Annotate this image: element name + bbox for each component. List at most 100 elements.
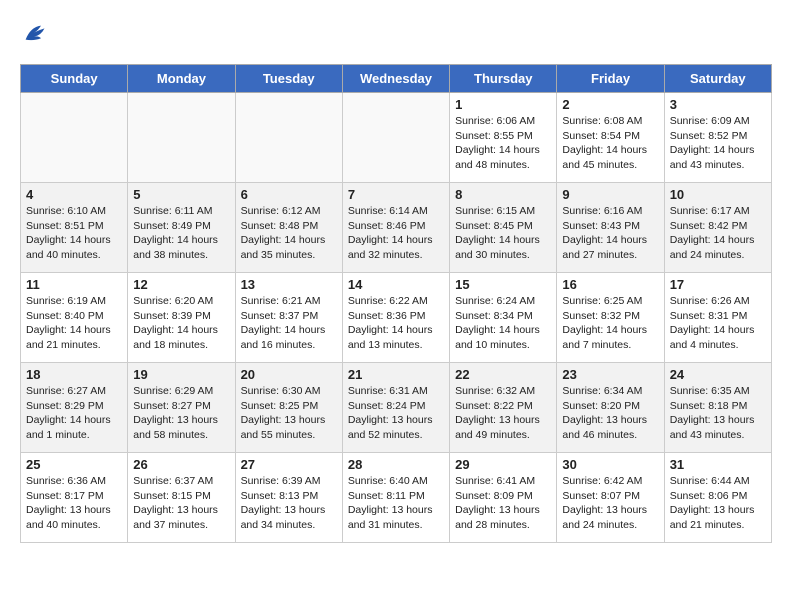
cell-info: Sunrise: 6:44 AM Sunset: 8:06 PM Dayligh… bbox=[670, 474, 766, 533]
day-number: 7 bbox=[348, 187, 444, 202]
cell-info: Sunrise: 6:22 AM Sunset: 8:36 PM Dayligh… bbox=[348, 294, 444, 353]
calendar-cell: 18 Sunrise: 6:27 AM Sunset: 8:29 PM Dayli… bbox=[21, 363, 128, 453]
calendar-cell: 10 Sunrise: 6:17 AM Sunset: 8:42 PM Dayli… bbox=[664, 183, 771, 273]
day-number: 22 bbox=[455, 367, 551, 382]
calendar-cell: 20Sunrise: 6:30 AM Sunset: 8:25 PM Dayli… bbox=[235, 363, 342, 453]
calendar-cell: 4 Sunrise: 6:10 AM Sunset: 8:51 PM Daylig… bbox=[21, 183, 128, 273]
day-header-wednesday: Wednesday bbox=[342, 65, 449, 93]
cell-info: Sunrise: 6:42 AM Sunset: 8:07 PM Dayligh… bbox=[562, 474, 658, 533]
calendar-cell bbox=[342, 93, 449, 183]
day-number: 18 bbox=[26, 367, 122, 382]
day-number: 19 bbox=[133, 367, 229, 382]
calendar-cell: 5 Sunrise: 6:11 AM Sunset: 8:49 PM Daylig… bbox=[128, 183, 235, 273]
week-row: 1 Sunrise: 6:06 AM Sunset: 8:55 PM Daylig… bbox=[21, 93, 772, 183]
cell-info: Sunrise: 6:29 AM Sunset: 8:27 PM Dayligh… bbox=[133, 384, 229, 443]
cell-info: Sunrise: 6:37 AM Sunset: 8:15 PM Dayligh… bbox=[133, 474, 229, 533]
cell-info: Sunrise: 6:39 AM Sunset: 8:13 PM Dayligh… bbox=[241, 474, 337, 533]
calendar-cell: 31 Sunrise: 6:44 AM Sunset: 8:06 PM Dayli… bbox=[664, 453, 771, 543]
cell-info: Sunrise: 6:26 AM Sunset: 8:31 PM Dayligh… bbox=[670, 294, 766, 353]
calendar-cell bbox=[235, 93, 342, 183]
day-number: 9 bbox=[562, 187, 658, 202]
day-number: 17 bbox=[670, 277, 766, 292]
cell-info: Sunrise: 6:25 AM Sunset: 8:32 PM Dayligh… bbox=[562, 294, 658, 353]
day-number: 1 bbox=[455, 97, 551, 112]
cell-info: Sunrise: 6:16 AM Sunset: 8:43 PM Dayligh… bbox=[562, 204, 658, 263]
page-header bbox=[20, 20, 772, 48]
day-number: 28 bbox=[348, 457, 444, 472]
calendar-cell bbox=[21, 93, 128, 183]
day-number: 30 bbox=[562, 457, 658, 472]
calendar-cell: 29 Sunrise: 6:41 AM Sunset: 8:09 PM Dayli… bbox=[450, 453, 557, 543]
day-number: 23 bbox=[562, 367, 658, 382]
day-header-tuesday: Tuesday bbox=[235, 65, 342, 93]
day-number: 31 bbox=[670, 457, 766, 472]
calendar-cell: 15 Sunrise: 6:24 AM Sunset: 8:34 PM Dayli… bbox=[450, 273, 557, 363]
day-number: 27 bbox=[241, 457, 337, 472]
day-number: 29 bbox=[455, 457, 551, 472]
day-header-sunday: Sunday bbox=[21, 65, 128, 93]
cell-info: Sunrise: 6:31 AM Sunset: 8:24 PM Dayligh… bbox=[348, 384, 444, 443]
calendar-cell: 27 Sunrise: 6:39 AM Sunset: 8:13 PM Dayli… bbox=[235, 453, 342, 543]
calendar-table: SundayMondayTuesdayWednesdayThursdayFrid… bbox=[20, 64, 772, 543]
day-number: 13 bbox=[241, 277, 337, 292]
calendar-cell: 8Sunrise: 6:15 AM Sunset: 8:45 PM Daylig… bbox=[450, 183, 557, 273]
day-number: 14 bbox=[348, 277, 444, 292]
week-row: 11 Sunrise: 6:19 AM Sunset: 8:40 PM Dayli… bbox=[21, 273, 772, 363]
cell-info: Sunrise: 6:17 AM Sunset: 8:42 PM Dayligh… bbox=[670, 204, 766, 263]
cell-info: Sunrise: 6:11 AM Sunset: 8:49 PM Dayligh… bbox=[133, 204, 229, 263]
cell-info: Sunrise: 6:35 AM Sunset: 8:18 PM Dayligh… bbox=[670, 384, 766, 443]
day-number: 15 bbox=[455, 277, 551, 292]
day-number: 5 bbox=[133, 187, 229, 202]
calendar-cell: 28 Sunrise: 6:40 AM Sunset: 8:11 PM Dayli… bbox=[342, 453, 449, 543]
cell-info: Sunrise: 6:40 AM Sunset: 8:11 PM Dayligh… bbox=[348, 474, 444, 533]
calendar-cell: 30 Sunrise: 6:42 AM Sunset: 8:07 PM Dayli… bbox=[557, 453, 664, 543]
week-row: 4 Sunrise: 6:10 AM Sunset: 8:51 PM Daylig… bbox=[21, 183, 772, 273]
calendar-cell: 14 Sunrise: 6:22 AM Sunset: 8:36 PM Dayli… bbox=[342, 273, 449, 363]
calendar-cell: 13 Sunrise: 6:21 AM Sunset: 8:37 PM Dayli… bbox=[235, 273, 342, 363]
calendar-cell: 7 Sunrise: 6:14 AM Sunset: 8:46 PM Daylig… bbox=[342, 183, 449, 273]
calendar-cell: 1 Sunrise: 6:06 AM Sunset: 8:55 PM Daylig… bbox=[450, 93, 557, 183]
cell-info: Sunrise: 6:08 AM Sunset: 8:54 PM Dayligh… bbox=[562, 114, 658, 173]
calendar-cell: 3Sunrise: 6:09 AM Sunset: 8:52 PM Daylig… bbox=[664, 93, 771, 183]
day-number: 20 bbox=[241, 367, 337, 382]
day-number: 16 bbox=[562, 277, 658, 292]
cell-info: Sunrise: 6:12 AM Sunset: 8:48 PM Dayligh… bbox=[241, 204, 337, 263]
cell-info: Sunrise: 6:27 AM Sunset: 8:29 PM Dayligh… bbox=[26, 384, 122, 443]
cell-info: Sunrise: 6:19 AM Sunset: 8:40 PM Dayligh… bbox=[26, 294, 122, 353]
cell-info: Sunrise: 6:10 AM Sunset: 8:51 PM Dayligh… bbox=[26, 204, 122, 263]
calendar-cell: 2 Sunrise: 6:08 AM Sunset: 8:54 PM Daylig… bbox=[557, 93, 664, 183]
calendar-cell: 26 Sunrise: 6:37 AM Sunset: 8:15 PM Dayli… bbox=[128, 453, 235, 543]
day-number: 3 bbox=[670, 97, 766, 112]
cell-info: Sunrise: 6:41 AM Sunset: 8:09 PM Dayligh… bbox=[455, 474, 551, 533]
cell-info: Sunrise: 6:24 AM Sunset: 8:34 PM Dayligh… bbox=[455, 294, 551, 353]
calendar-cell: 11 Sunrise: 6:19 AM Sunset: 8:40 PM Dayli… bbox=[21, 273, 128, 363]
day-number: 10 bbox=[670, 187, 766, 202]
day-header-monday: Monday bbox=[128, 65, 235, 93]
day-header-thursday: Thursday bbox=[450, 65, 557, 93]
calendar-cell: 16 Sunrise: 6:25 AM Sunset: 8:32 PM Dayli… bbox=[557, 273, 664, 363]
day-number: 12 bbox=[133, 277, 229, 292]
calendar-cell: 12 Sunrise: 6:20 AM Sunset: 8:39 PM Dayli… bbox=[128, 273, 235, 363]
cell-info: Sunrise: 6:14 AM Sunset: 8:46 PM Dayligh… bbox=[348, 204, 444, 263]
day-number: 2 bbox=[562, 97, 658, 112]
calendar-cell: 22Sunrise: 6:32 AM Sunset: 8:22 PM Dayli… bbox=[450, 363, 557, 453]
week-row: 18 Sunrise: 6:27 AM Sunset: 8:29 PM Dayli… bbox=[21, 363, 772, 453]
cell-info: Sunrise: 6:34 AM Sunset: 8:20 PM Dayligh… bbox=[562, 384, 658, 443]
day-number: 4 bbox=[26, 187, 122, 202]
day-number: 21 bbox=[348, 367, 444, 382]
cell-info: Sunrise: 6:21 AM Sunset: 8:37 PM Dayligh… bbox=[241, 294, 337, 353]
calendar-cell: 17 Sunrise: 6:26 AM Sunset: 8:31 PM Dayli… bbox=[664, 273, 771, 363]
calendar-cell: 21 Sunrise: 6:31 AM Sunset: 8:24 PM Dayli… bbox=[342, 363, 449, 453]
day-number: 26 bbox=[133, 457, 229, 472]
week-row: 25Sunrise: 6:36 AM Sunset: 8:17 PM Dayli… bbox=[21, 453, 772, 543]
calendar-cell bbox=[128, 93, 235, 183]
day-header-friday: Friday bbox=[557, 65, 664, 93]
calendar-cell: 9 Sunrise: 6:16 AM Sunset: 8:43 PM Daylig… bbox=[557, 183, 664, 273]
cell-info: Sunrise: 6:20 AM Sunset: 8:39 PM Dayligh… bbox=[133, 294, 229, 353]
day-header-saturday: Saturday bbox=[664, 65, 771, 93]
calendar-cell: 25Sunrise: 6:36 AM Sunset: 8:17 PM Dayli… bbox=[21, 453, 128, 543]
logo bbox=[20, 20, 52, 48]
day-number: 11 bbox=[26, 277, 122, 292]
calendar-cell: 19 Sunrise: 6:29 AM Sunset: 8:27 PM Dayli… bbox=[128, 363, 235, 453]
cell-info: Sunrise: 6:06 AM Sunset: 8:55 PM Dayligh… bbox=[455, 114, 551, 173]
